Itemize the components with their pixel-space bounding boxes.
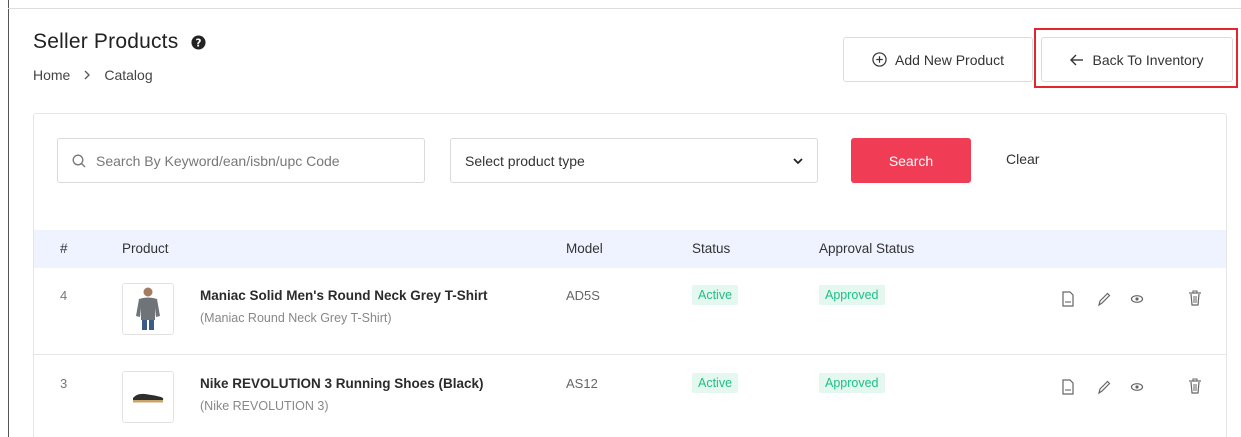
table-header [34,230,1226,268]
delete-trash-icon[interactable] [1188,290,1202,306]
row-divider [34,354,1226,355]
search-button[interactable]: Search [851,138,971,183]
product-type-select[interactable]: Select product type [450,138,818,183]
back-to-inventory-label: Back To Inventory [1092,51,1204,68]
help-icon[interactable]: ? [191,34,206,50]
column-header-status: Status [692,241,731,256]
delete-trash-icon[interactable] [1188,378,1202,394]
breadcrumb-catalog: Catalog [104,67,153,83]
breadcrumb: Home Catalog [33,67,153,83]
approval-status-badge: Approved [819,285,885,305]
product-type-value: Select product type [465,152,585,169]
chevron-down-icon [793,157,803,164]
search-field[interactable] [57,138,425,183]
window-border-top [8,8,1241,9]
breadcrumb-home[interactable]: Home [33,67,70,83]
edit-pencil-icon[interactable] [1097,291,1111,307]
product-thumbnail[interactable] [122,371,174,423]
clear-button[interactable]: Clear [1006,151,1039,167]
document-icon[interactable] [1061,379,1075,395]
search-input[interactable] [96,152,396,169]
product-model: AD5S [566,288,600,303]
plus-circle-icon [872,52,887,67]
edit-pencil-icon[interactable] [1097,379,1111,395]
add-new-product-button[interactable]: Add New Product [843,37,1033,82]
search-icon [72,154,86,167]
window-border-left [8,0,9,437]
column-header-model: Model [566,241,603,256]
status-badge: Active [692,373,739,393]
chevron-right-icon [84,70,91,80]
column-header-approval-status: Approval Status [819,241,915,256]
view-eye-icon[interactable] [1130,379,1144,395]
status-badge: Active [692,285,739,305]
product-name[interactable]: Maniac Solid Men's Round Neck Grey T-Shi… [200,288,488,303]
row-number: 4 [60,288,68,303]
column-header-product: Product [122,241,169,256]
product-model: AS12 [566,376,598,391]
product-subtitle: (Maniac Round Neck Grey T-Shirt) [200,311,392,325]
column-header-number: # [60,241,68,256]
svg-text:?: ? [196,37,202,49]
approval-status-badge: Approved [819,373,885,393]
product-name[interactable]: Nike REVOLUTION 3 Running Shoes (Black) [200,376,484,391]
tshirt-icon [136,287,160,330]
row-number: 3 [60,376,68,391]
add-new-product-label: Add New Product [895,51,1004,68]
arrow-left-icon [1070,54,1084,65]
shoe-icon [133,393,164,403]
back-to-inventory-button[interactable]: Back To Inventory [1041,37,1233,82]
product-thumbnail[interactable] [122,283,174,335]
view-eye-icon[interactable] [1130,291,1144,307]
page-title: Seller Products [33,30,179,53]
document-icon[interactable] [1061,291,1075,307]
page-header: Seller Products ? [33,30,206,54]
product-subtitle: (Nike REVOLUTION 3) [200,399,329,413]
